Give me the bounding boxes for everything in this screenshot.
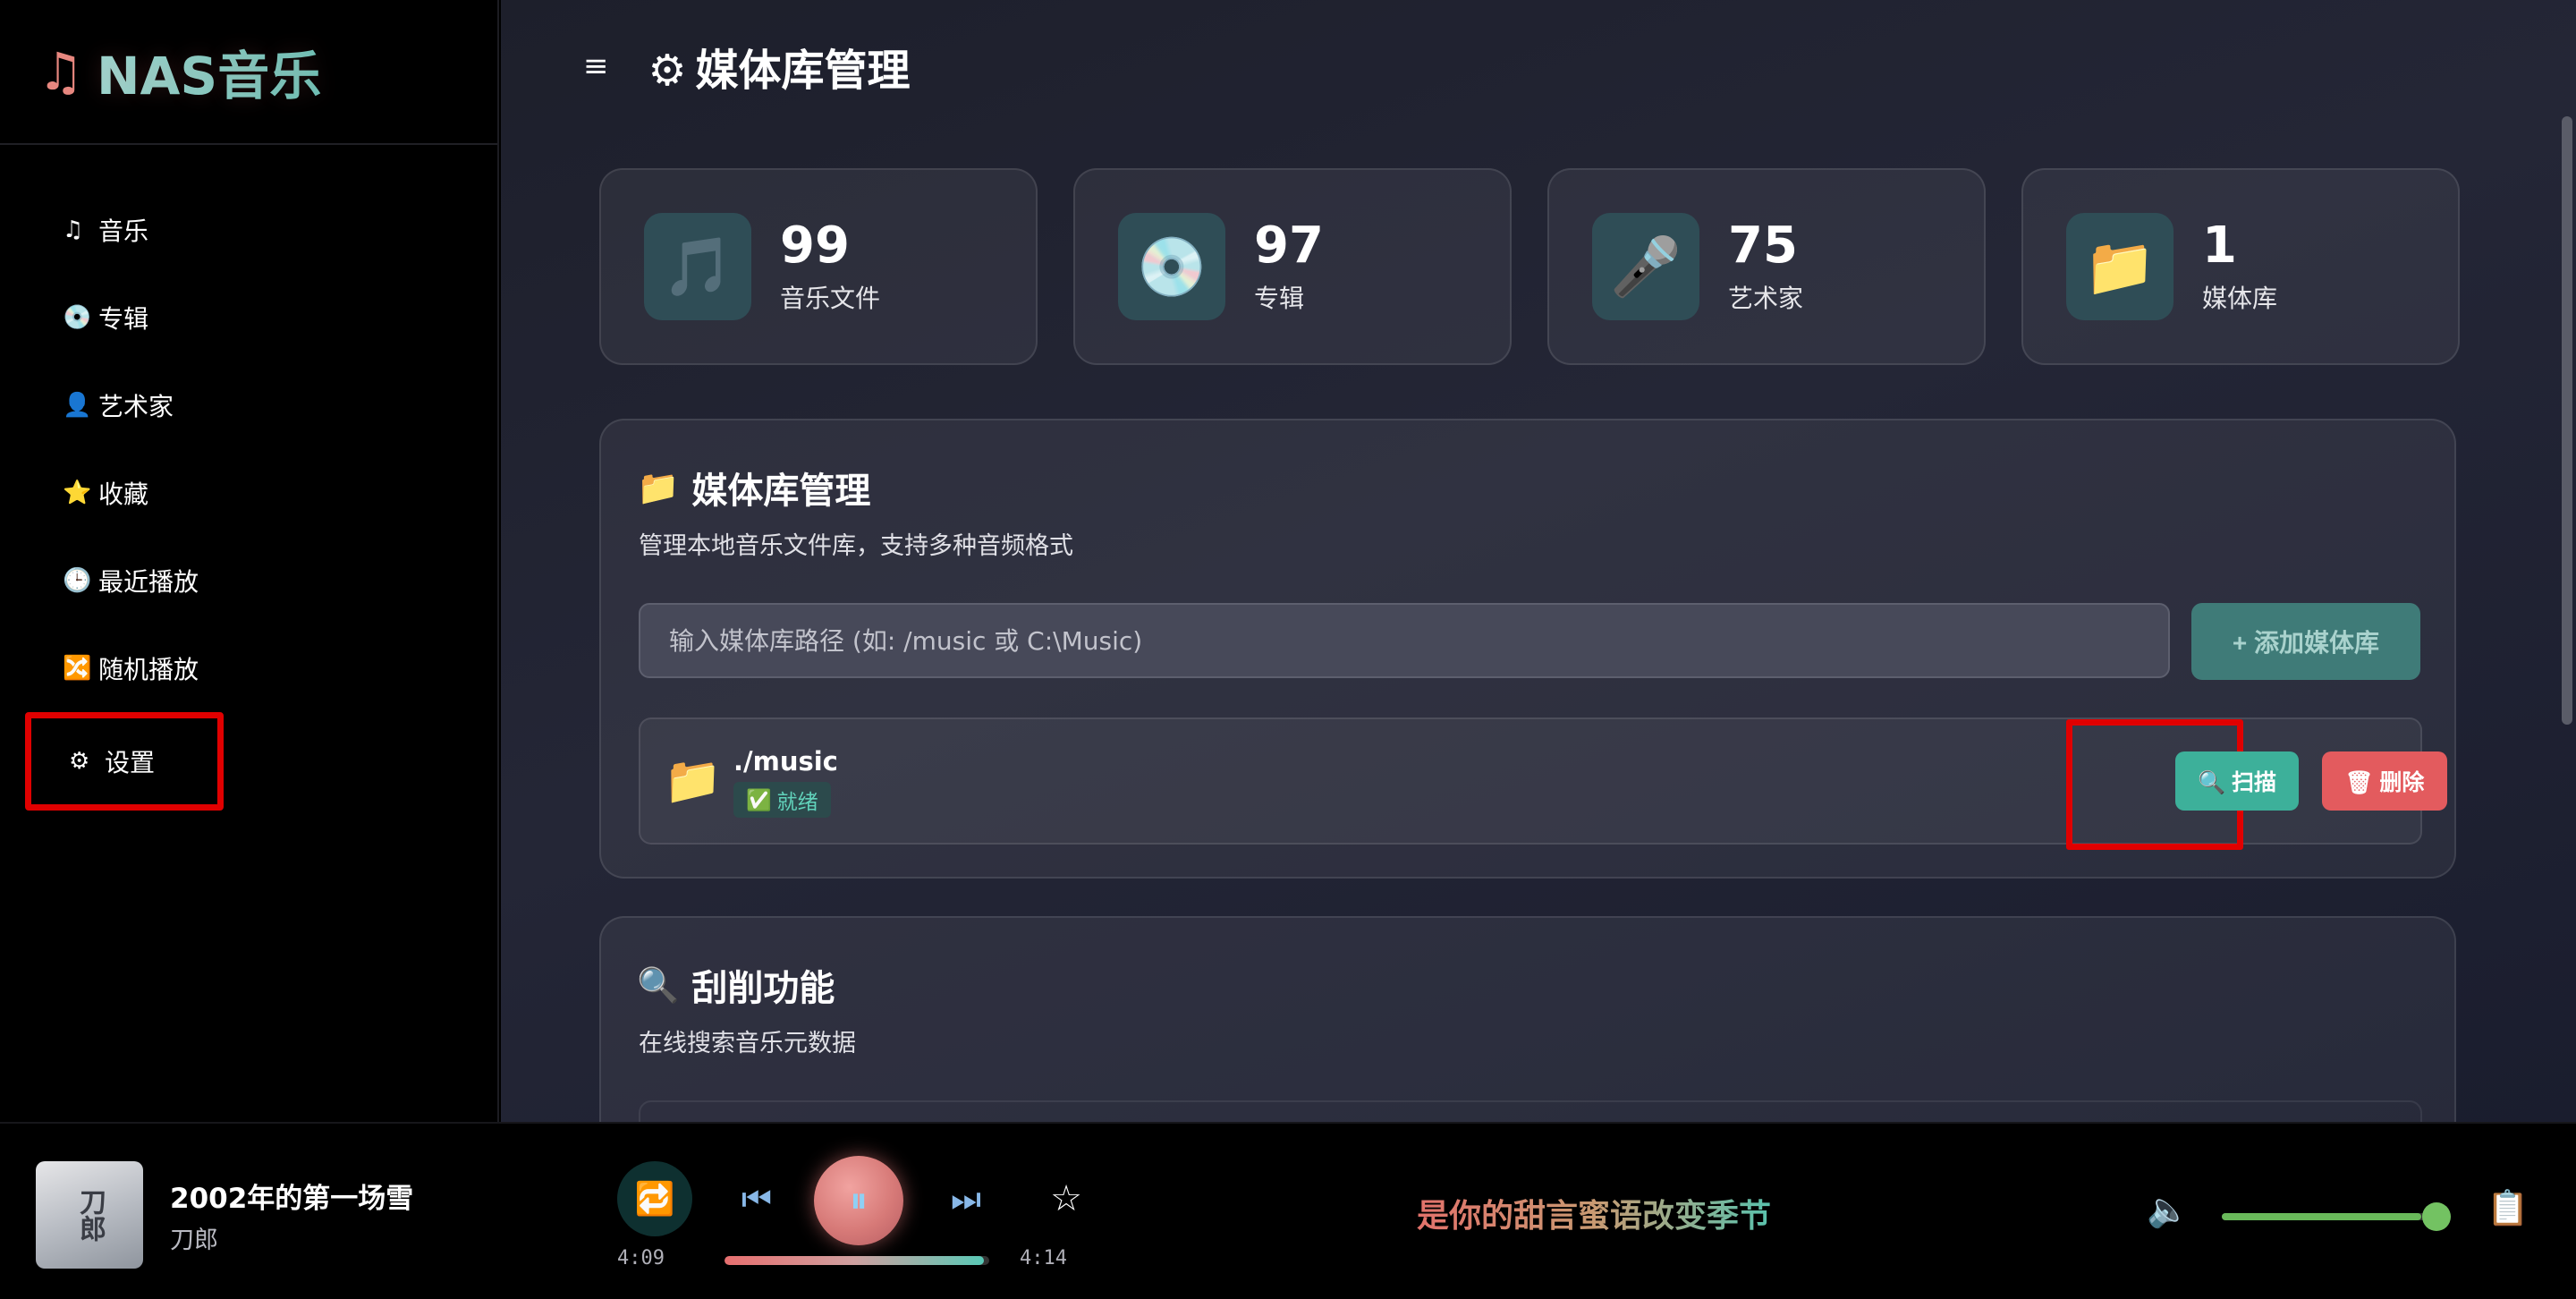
- scrollbar[interactable]: [2562, 116, 2572, 725]
- sidebar-item-albums[interactable]: 💿 专辑: [0, 274, 497, 361]
- volume-knob[interactable]: [2422, 1202, 2451, 1231]
- page-title: ⚙ 媒体库管理: [648, 35, 911, 98]
- sidebar-item-label: 随机播放: [98, 655, 199, 684]
- stat-label: 音乐文件: [780, 283, 881, 313]
- total-time: 4:14: [1020, 1247, 1067, 1269]
- progress-bar[interactable]: [724, 1256, 989, 1265]
- album-cover[interactable]: 刀郎: [36, 1161, 143, 1269]
- app-logo[interactable]: ♫ NAS音乐: [0, 0, 497, 145]
- panel-title-text: 媒体库管理: [691, 471, 871, 512]
- add-library-button[interactable]: + 添加媒体库: [2191, 603, 2420, 680]
- previous-track-icon[interactable]: ⏮: [730, 1172, 784, 1226]
- sidebar: ♫ NAS音乐 ♫ 音乐 💿 专辑 👤 艺术家 ⭐ 收藏 🕒 最近播放 🔀 随机…: [0, 0, 499, 1122]
- panel-title-text: 刮削功能: [691, 968, 835, 1009]
- sidebar-item-label: 收藏: [98, 480, 149, 509]
- sidebar-item-recent[interactable]: 🕒 最近播放: [0, 537, 497, 624]
- check-icon: ✅: [746, 788, 772, 812]
- stat-value: 99: [780, 216, 850, 276]
- disc-icon: 💿: [1118, 213, 1225, 320]
- microphone-icon: 🎤: [1592, 213, 1699, 320]
- folder-icon: 📁: [664, 754, 722, 808]
- music-note-icon: ♫: [38, 41, 84, 102]
- scan-button[interactable]: 🔍 扫描: [2175, 751, 2299, 811]
- main-content: ≡ ⚙ 媒体库管理 🎵 99 音乐文件 💿 97 专辑 🎤 75 艺术家 📁 1…: [501, 0, 2576, 1122]
- stat-label: 媒体库: [2202, 283, 2278, 313]
- disc-icon: 💿: [63, 304, 92, 331]
- panel-description: 管理本地音乐文件库，支持多种音频格式: [639, 532, 1073, 560]
- pause-icon[interactable]: ⏸: [814, 1156, 903, 1245]
- gear-icon: ⚙: [648, 46, 687, 96]
- library-management-panel: 📁 媒体库管理 管理本地音乐文件库，支持多种音频格式 + 添加媒体库 📁 ./mu…: [599, 419, 2456, 879]
- volume-fill: [2222, 1213, 2422, 1220]
- sidebar-item-label: 艺术家: [98, 392, 174, 421]
- playlist-icon[interactable]: 📋: [2487, 1188, 2529, 1228]
- next-track-icon[interactable]: ⏭: [939, 1172, 993, 1226]
- sidebar-item-label: 音乐: [98, 216, 149, 246]
- sidebar-item-label: 最近播放: [98, 567, 199, 597]
- stat-card-albums: 💿 97 专辑: [1073, 168, 1512, 365]
- stats-row: 🎵 99 音乐文件 💿 97 专辑 🎤 75 艺术家 📁 1 媒体库: [599, 168, 2460, 365]
- sidebar-item-artists[interactable]: 👤 艺术家: [0, 361, 497, 449]
- sidebar-item-settings[interactable]: ⚙ 设置: [25, 712, 224, 811]
- search-icon: 🔍: [637, 964, 680, 1005]
- stat-value: 1: [2202, 216, 2237, 276]
- app-name: NAS音乐: [97, 34, 321, 109]
- song-title: 2002年的第一场雪: [170, 1183, 414, 1215]
- player-bar: 刀郎 2002年的第一场雪 刀郎 🔁 ⏮ ⏸ ⏭ ☆ 4:09 4:14 是你的…: [0, 1122, 2576, 1299]
- music-note-icon: 🎵: [644, 213, 751, 320]
- stat-value: 75: [1728, 216, 1798, 276]
- current-lyric: 是你的甜言蜜语改变季节: [1417, 1190, 1771, 1236]
- repeat-icon[interactable]: 🔁: [617, 1161, 692, 1236]
- panel-description: 在线搜索音乐元数据: [639, 1030, 856, 1057]
- stat-card-tracks: 🎵 99 音乐文件: [599, 168, 1038, 365]
- sidebar-item-label: 专辑: [98, 304, 149, 334]
- panel-title: 📁 媒体库管理: [637, 462, 870, 514]
- top-bar: ≡ ⚙ 媒体库管理: [501, 0, 2576, 132]
- music-note-icon: ♫: [63, 216, 84, 243]
- sidebar-item-label: 设置: [105, 748, 156, 777]
- delete-button[interactable]: 🗑 删除: [2322, 751, 2447, 811]
- stat-label: 艺术家: [1728, 283, 1804, 313]
- status-badge: ✅ 就绪: [733, 782, 831, 818]
- shuffle-icon: 🔀: [63, 655, 92, 682]
- library-path-input[interactable]: [639, 603, 2170, 678]
- sidebar-item-shuffle[interactable]: 🔀 随机播放: [0, 624, 497, 712]
- gear-icon: ⚙: [69, 748, 90, 775]
- current-time: 4:09: [617, 1247, 665, 1269]
- sidebar-item-music[interactable]: ♫ 音乐: [0, 186, 497, 274]
- progress-fill: [724, 1256, 985, 1265]
- volume-slider[interactable]: [2222, 1213, 2436, 1220]
- folder-icon: 📁: [637, 467, 680, 507]
- library-row: 📁 ./music ✅ 就绪 🔍 扫描 🗑 删除: [639, 717, 2447, 850]
- scrape-form-area: [639, 1100, 2422, 1122]
- song-artist: 刀郎: [170, 1227, 218, 1254]
- library-path: ./music: [733, 746, 838, 777]
- sidebar-item-favorites[interactable]: ⭐ 收藏: [0, 449, 497, 537]
- clock-icon: 🕒: [63, 567, 92, 594]
- volume-icon[interactable]: 🔈: [2147, 1190, 2189, 1230]
- sidebar-nav: ♫ 音乐 💿 专辑 👤 艺术家 ⭐ 收藏 🕒 最近播放 🔀 随机播放 ⚙ 设置: [0, 145, 497, 811]
- stat-card-artists: 🎤 75 艺术家: [1547, 168, 1986, 365]
- status-text: 就绪: [776, 791, 818, 814]
- stat-label: 专辑: [1254, 283, 1305, 313]
- stat-value: 97: [1254, 216, 1324, 276]
- folder-icon: 📁: [2066, 213, 2174, 320]
- stat-card-libraries: 📁 1 媒体库: [2021, 168, 2460, 365]
- hamburger-menu-icon[interactable]: ≡: [583, 48, 609, 84]
- star-icon: ⭐: [63, 480, 92, 506]
- favorite-star-icon[interactable]: ☆: [1039, 1172, 1093, 1226]
- user-icon: 👤: [63, 392, 92, 419]
- panel-title: 🔍 刮削功能: [637, 959, 835, 1011]
- scraping-panel: 🔍 刮削功能 在线搜索音乐元数据: [599, 916, 2456, 1122]
- page-title-text: 媒体库管理: [695, 46, 911, 96]
